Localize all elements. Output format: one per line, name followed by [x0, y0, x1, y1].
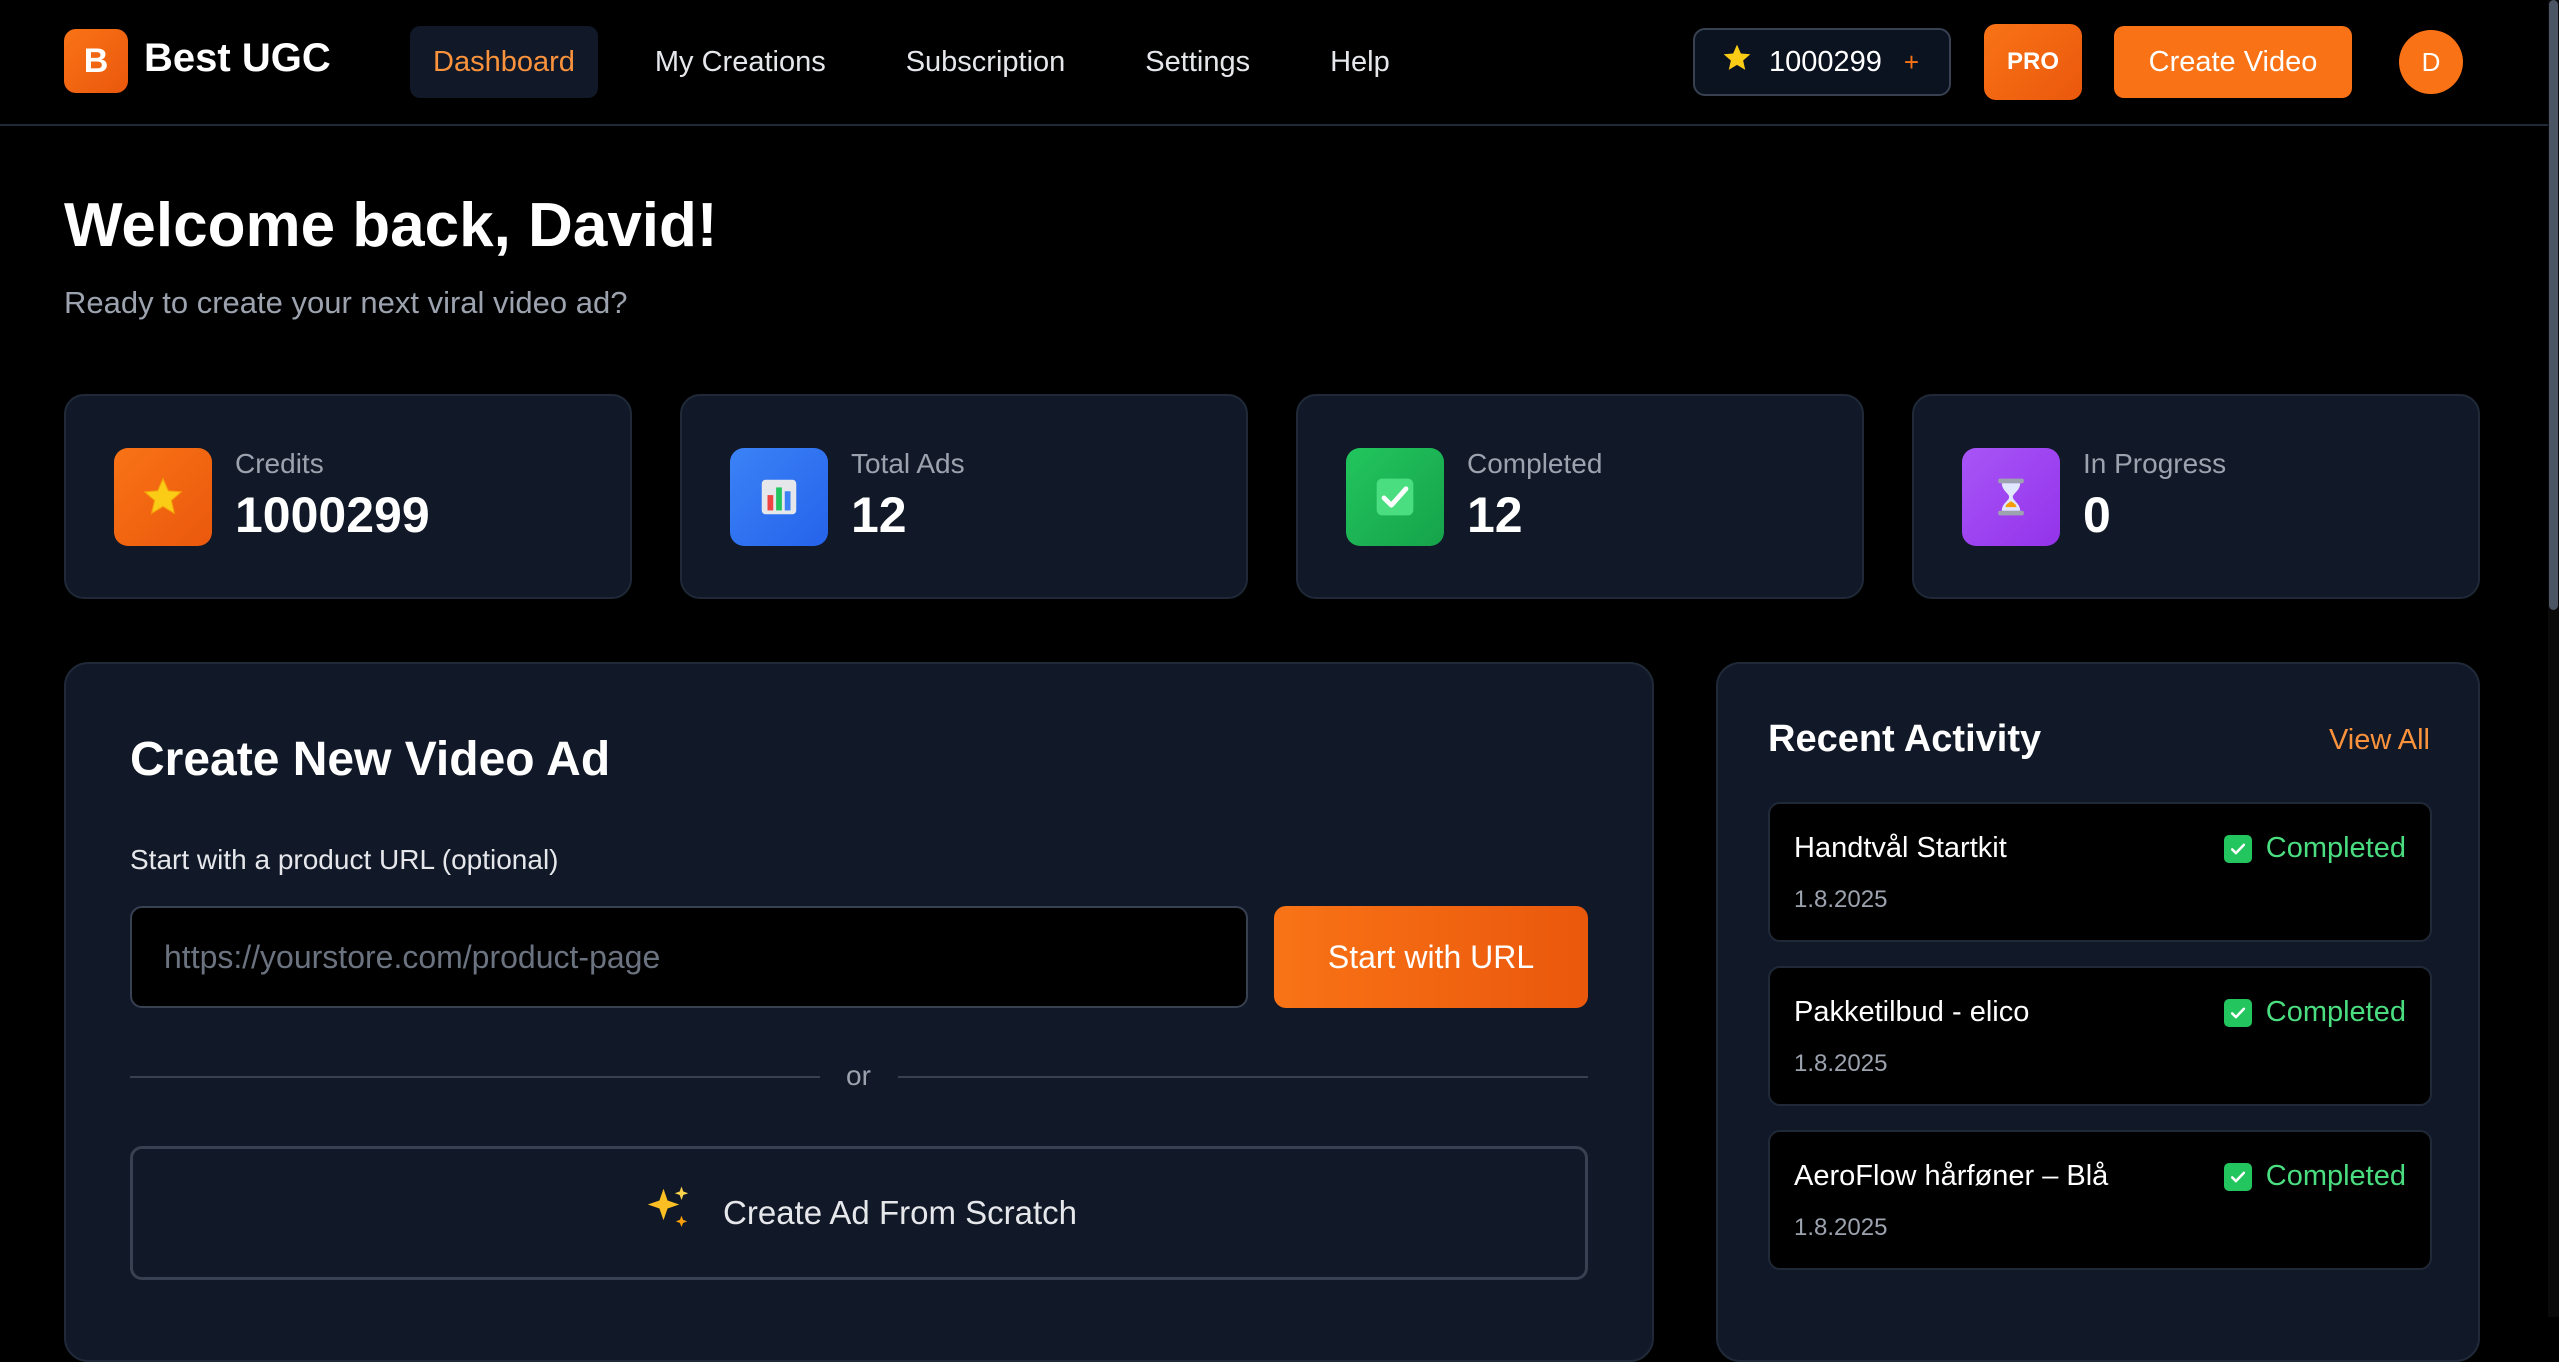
status-text: Completed	[2265, 1160, 2406, 1192]
scrollbar-thumb[interactable]	[2549, 0, 2558, 610]
stat-card-completed: Completed 12	[1296, 394, 1864, 599]
divider	[898, 1076, 1588, 1078]
page-subtitle: Ready to create your next viral video ad…	[64, 285, 628, 320]
status-text: Completed	[2265, 832, 2406, 864]
list-item[interactable]: AeroFlow hårføner – Blå 1.8.2025 Complet…	[1768, 1130, 2432, 1270]
activity-title: Recent Activity	[1768, 718, 2042, 760]
page-title: Welcome back, David!	[64, 191, 718, 260]
stat-value: 12	[851, 487, 907, 543]
divider	[130, 1076, 820, 1078]
credits-count: 1000299	[1769, 45, 1882, 78]
activity-item-name: Handtvål Startkit	[1794, 832, 2007, 864]
add-credits-icon: +	[1903, 46, 1920, 77]
list-item[interactable]: Handtvål Startkit 1.8.2025 Completed	[1768, 802, 2432, 942]
stat-value: 1000299	[235, 487, 430, 543]
star-icon	[1721, 42, 1753, 82]
status-badge: Completed	[2223, 832, 2406, 865]
check-icon	[1346, 448, 1444, 546]
status-text: Completed	[2265, 996, 2406, 1028]
nav-item-dashboard[interactable]: Dashboard	[410, 26, 598, 98]
product-url-input[interactable]	[130, 906, 1248, 1008]
start-with-url-button[interactable]: Start with URL	[1274, 906, 1588, 1008]
check-icon	[2223, 998, 2252, 1027]
stat-label: Total Ads	[851, 448, 965, 479]
stat-label: Credits	[235, 448, 324, 479]
view-all-link[interactable]: View All	[2329, 724, 2430, 757]
status-badge: Completed	[2223, 996, 2406, 1029]
nav-item-subscription[interactable]: Subscription	[883, 26, 1089, 98]
recent-activity-panel: Recent Activity View All Handtvål Startk…	[1716, 662, 2480, 1362]
stat-value: 0	[2083, 487, 2111, 543]
list-item[interactable]: Pakketilbud - elico 1.8.2025 Completed	[1768, 966, 2432, 1106]
panel-title: Create New Video Ad	[130, 733, 611, 786]
activity-item-date: 1.8.2025	[1794, 1214, 1888, 1241]
url-field-label: Start with a product URL (optional)	[130, 844, 559, 875]
bar-chart-icon	[730, 448, 828, 546]
hourglass-icon	[1962, 448, 2060, 546]
star-icon	[114, 448, 212, 546]
divider-text: or	[846, 1060, 871, 1091]
top-navigation-bar: B Best UGC Dashboard My Creations Subscr…	[0, 0, 2548, 126]
activity-item-name: AeroFlow hårføner – Blå	[1794, 1160, 2109, 1192]
nav-item-help[interactable]: Help	[1307, 26, 1413, 98]
activity-item-date: 1.8.2025	[1794, 886, 1888, 913]
scratch-button-label: Create Ad From Scratch	[723, 1194, 1077, 1231]
sparkles-icon	[641, 1182, 695, 1244]
stat-card-in-progress: In Progress 0	[1912, 394, 2480, 599]
create-video-ad-panel: Create New Video Ad Start with a product…	[64, 662, 1654, 1362]
main-nav: Dashboard My Creations Subscription Sett…	[410, 26, 1447, 98]
avatar[interactable]: D	[2399, 30, 2463, 94]
nav-item-settings[interactable]: Settings	[1122, 26, 1273, 98]
brand-name[interactable]: Best UGC	[144, 36, 331, 81]
create-ad-from-scratch-button[interactable]: Create Ad From Scratch	[130, 1146, 1588, 1280]
status-badge: Completed	[2223, 1160, 2406, 1193]
nav-item-my-creations[interactable]: My Creations	[632, 26, 849, 98]
check-icon	[2223, 834, 2252, 863]
create-video-button[interactable]: Create Video	[2114, 26, 2352, 98]
stat-label: In Progress	[2083, 448, 2227, 479]
credits-balance-button[interactable]: 1000299 +	[1693, 28, 1951, 96]
activity-item-name: Pakketilbud - elico	[1794, 996, 2030, 1028]
stat-label: Completed	[1467, 448, 1603, 479]
stat-value: 12	[1467, 487, 1523, 543]
pro-badge[interactable]: PRO	[1984, 24, 2082, 100]
stat-card-credits: Credits 1000299	[64, 394, 632, 599]
stat-card-total-ads: Total Ads 12	[680, 394, 1248, 599]
logo-icon[interactable]: B	[64, 29, 128, 93]
activity-item-date: 1.8.2025	[1794, 1050, 1888, 1077]
check-icon	[2223, 1162, 2252, 1191]
